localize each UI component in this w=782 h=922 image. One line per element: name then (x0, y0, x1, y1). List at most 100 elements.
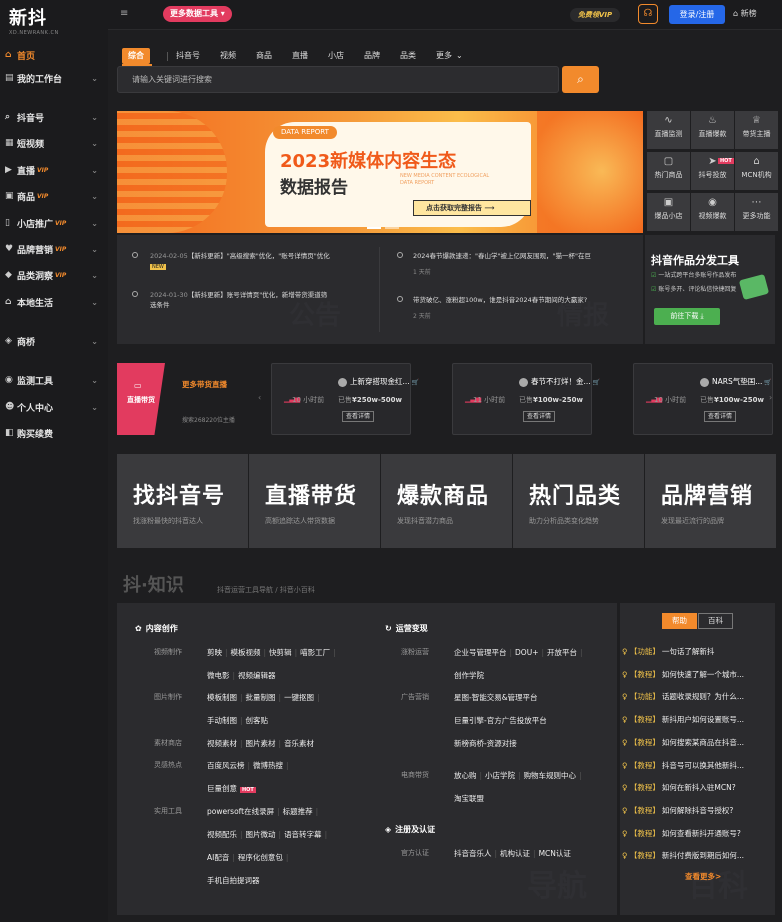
tab-3[interactable]: 商品 (256, 48, 272, 64)
sidebar-item[interactable]: ▤ 我的工作台 ⌄ (0, 67, 108, 89)
sidebar-item[interactable]: ◆ 品类洞察 VIP ⌄ (0, 264, 108, 286)
newrank-link[interactable]: ⌂ 新榜 (733, 8, 757, 19)
nav-link[interactable]: 百度风云榜 (207, 761, 245, 770)
tool-item[interactable]: ⋯ 更多功能 (735, 193, 778, 231)
nav-link[interactable]: 微电影 (207, 671, 230, 680)
nav-link[interactable]: 喵影工厂 (300, 648, 330, 657)
nav-link[interactable]: 抖音音乐人 (454, 849, 492, 858)
tool-item[interactable]: ➤ 抖号投放 HOT (691, 152, 734, 190)
nav-link[interactable]: 新榜商桥-资源对接 (454, 739, 517, 748)
tool-item[interactable]: ▣ 爆品小店 (647, 193, 690, 231)
tool-item[interactable]: ◉ 视频爆款 (691, 193, 734, 231)
nav-link[interactable]: 语音转字幕 (284, 830, 322, 839)
help-item[interactable]: ♀ 【教程】 新抖用户如何设置账号... (622, 714, 772, 725)
chevron-down-icon[interactable]: ⌄ (91, 113, 98, 122)
chevron-down-icon[interactable]: ⌄ (91, 166, 98, 175)
nav-link[interactable]: 巨量创意 (207, 784, 237, 793)
chevron-down-icon[interactable]: ⌄ (91, 298, 98, 307)
sidebar-item[interactable]: ⌂ 本地生活 ⌄ (0, 291, 108, 313)
login-button[interactable]: 登录/注册 (669, 5, 725, 24)
tab-0[interactable]: 综合 (122, 48, 150, 64)
nav-link[interactable]: 视频编辑器 (238, 671, 276, 680)
news-item[interactable]: 带货破亿、涨粉超100w，谁是抖音2024春节期间的大赢家? (413, 295, 635, 305)
nav-link[interactable]: 企业号管理平台 (454, 648, 507, 657)
tab-wiki[interactable]: 百科 (698, 613, 733, 629)
view-more-link[interactable]: 查看更多> (685, 871, 721, 882)
help-item[interactable]: ♀ 【教程】 抖音号可以换其他新抖... (622, 760, 772, 771)
tab-7[interactable]: 品类 (400, 48, 416, 64)
sidebar-item[interactable]: ▦ 短视频 ⌄ (0, 132, 108, 154)
tab-help[interactable]: 帮助 (662, 613, 697, 629)
more-live-link[interactable]: 更多带货直播 (182, 379, 227, 390)
nav-link[interactable]: 视频素材 (207, 739, 237, 748)
nav-link[interactable]: 音乐素材 (284, 739, 314, 748)
chevron-down-icon[interactable]: ⌄ (91, 271, 98, 280)
nav-link[interactable]: 机构认证 (500, 849, 530, 858)
help-item[interactable]: ♀ 【教程】 如何快速了解一个城市... (622, 669, 772, 680)
logo[interactable]: 新抖 XD.NEWRANK.CN (9, 4, 59, 36)
tab-5[interactable]: 小店 (328, 48, 344, 64)
sidebar-item[interactable]: ⌂ 首页 (0, 44, 108, 66)
nav-link[interactable]: 放心购 (454, 771, 477, 780)
live-card[interactable]: ▁▃▅ 上新穿搭现金红... 🛒 10 小时前 已售¥250w-500w 查看详情 (271, 363, 419, 435)
help-item[interactable]: ♀ 【功能】 话题收录规则？为什么... (622, 691, 772, 702)
feature-card[interactable]: 热门品类 助力分析品类变化趋势 (513, 454, 644, 548)
nav-link[interactable]: 创客贴 (246, 716, 269, 725)
nav-link[interactable]: 创作学院 (454, 671, 484, 680)
prev-arrow-icon[interactable]: ‹ (258, 393, 261, 402)
detail-button[interactable]: 查看详情 (704, 411, 737, 422)
banner-cta-button[interactable]: 点击获取完整报告 ⟶ (413, 200, 531, 216)
sidebar-item[interactable]: ▯ 小店推广 VIP ⌄ (0, 212, 108, 234)
live-card[interactable]: ▁▃▅ 春节不打烊！金... 🛒 11 小时前 已售¥100w-250w 查看详情 (452, 363, 600, 435)
live-card[interactable]: ▁▃▅ NARS气垫国... 🛒 10 小时前 已售¥100w-250w 查看详情 (633, 363, 773, 435)
nav-link[interactable]: 剪映 (207, 648, 222, 657)
tool-item[interactable]: ♕ 带货主播 (735, 111, 778, 149)
help-item[interactable]: ♀ 【教程】 如何查看新抖开通账号? (622, 828, 772, 839)
sidebar-item[interactable]: ◉ 监测工具 ⌄ (0, 369, 108, 391)
chevron-down-icon[interactable]: ⌄ (91, 192, 98, 201)
news-item[interactable]: 2024春节爆款速递："春山学"被上亿网友围观，"猫一杯"在巨 (413, 251, 635, 261)
nav-link[interactable]: DOU+ (515, 648, 538, 657)
help-item[interactable]: ♀ 【功能】 一句话了解新抖 (622, 646, 772, 657)
nav-link[interactable]: 图片微动 (246, 830, 276, 839)
search-button[interactable]: ⌕ (562, 66, 599, 93)
tab-4[interactable]: 直播 (292, 48, 308, 64)
chevron-down-icon[interactable]: ⌄ (91, 245, 98, 254)
tab-6[interactable]: 品牌 (364, 48, 380, 64)
help-item[interactable]: ♀ 【教程】 如何解除抖音号授权? (622, 805, 772, 816)
carousel-dot[interactable] (385, 227, 399, 229)
headset-icon[interactable]: ☊ (638, 4, 658, 24)
nav-link[interactable]: 购物车规则中心 (524, 771, 577, 780)
sidebar-item[interactable]: ▣ 商品 VIP ⌄ (0, 185, 108, 207)
chevron-down-icon[interactable]: ⌄ (91, 219, 98, 228)
nav-link[interactable]: 手机自拍提词器 (207, 876, 260, 885)
free-vip-badge[interactable]: 免费领VIP (570, 8, 620, 22)
announcement-item[interactable]: 2024-01-30【新抖更新】账号详情页"优化，新增带货渠道筛 选条件 (150, 290, 365, 310)
tool-item[interactable]: ⌂ MCN机构 (735, 152, 778, 190)
nav-link[interactable]: 淘宝联盟 (454, 794, 484, 803)
nav-link[interactable]: 批量制图 (246, 693, 276, 702)
nav-link[interactable]: 微博热搜 (253, 761, 283, 770)
help-item[interactable]: ♀ 【教程】 如何在新抖入驻MCN? (622, 782, 772, 793)
more-tools-button[interactable]: 更多数据工具 ▾ (163, 6, 232, 22)
tool-item[interactable]: ♨ 直播爆款 (691, 111, 734, 149)
search-input[interactable]: 请输入关键词进行搜索 (117, 66, 559, 93)
nav-link[interactable]: 开放平台 (547, 648, 577, 657)
sidebar-item[interactable]: ☻ 个人中心 ⌄ (0, 396, 108, 418)
nav-link[interactable]: 巨量引擎-官方广告投放平台 (454, 716, 547, 725)
nav-link[interactable]: 图片素材 (246, 739, 276, 748)
help-item[interactable]: ♀ 【教程】 新抖付费版到期后如何... (622, 850, 772, 861)
sidebar-item[interactable]: ♥ 品牌营销 VIP ⌄ (0, 238, 108, 260)
nav-link[interactable]: AI配音 (207, 853, 229, 862)
nav-link[interactable]: 模板视频 (231, 648, 261, 657)
tool-item[interactable]: ▢ 热门商品 (647, 152, 690, 190)
sidebar-item[interactable]: ⌕ 抖音号 ⌄ (0, 106, 108, 128)
feature-card[interactable]: 找抖音号 找涨粉最快的抖音达人 (117, 454, 248, 548)
nav-link[interactable]: 星图-智能交易&管理平台 (454, 693, 538, 702)
nav-link[interactable]: 模板制图 (207, 693, 237, 702)
tab-2[interactable]: 视频 (220, 48, 236, 64)
report-banner[interactable]: DATA REPORT 2023新媒体内容生态 数据报告 NEW MEDIA C… (117, 111, 643, 233)
tab-1[interactable]: 抖音号 (176, 48, 200, 64)
nav-link[interactable]: 小店学院 (485, 771, 515, 780)
next-arrow-icon[interactable]: › (769, 393, 772, 402)
